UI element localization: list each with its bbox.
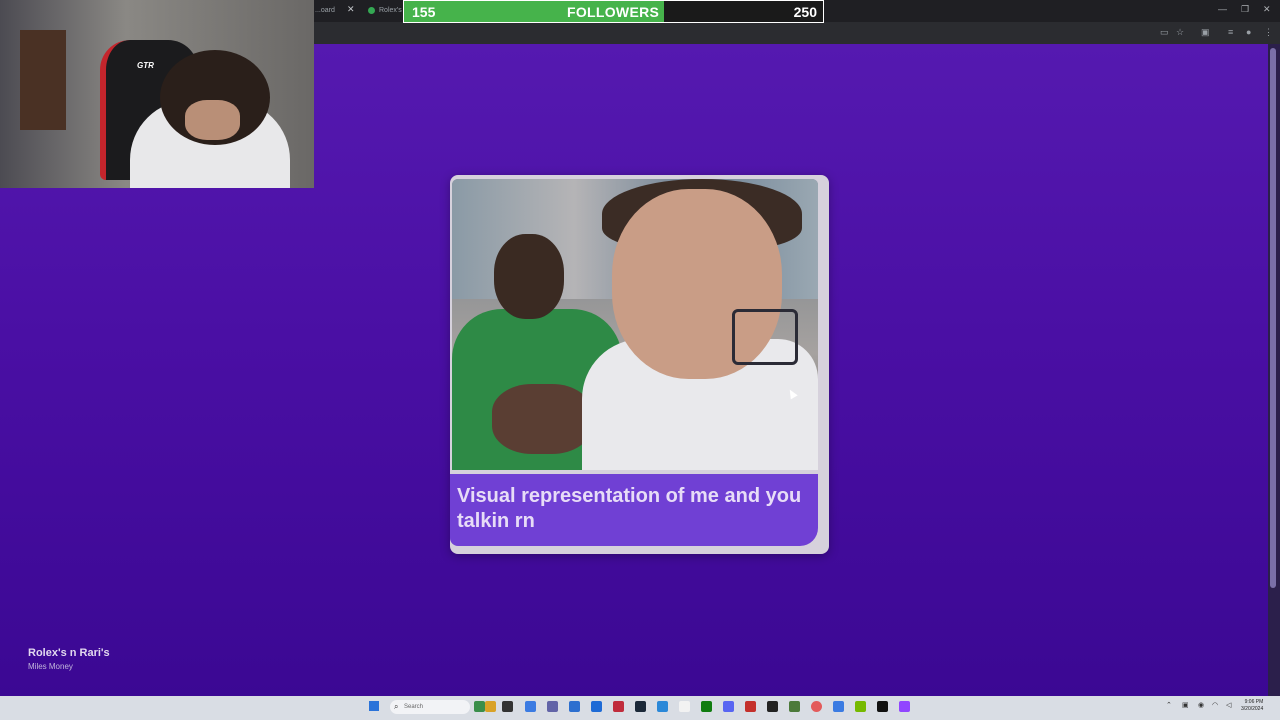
taskbar-app-icon[interactable]: [569, 701, 580, 712]
now-playing-title: Rolex's n Rari's: [28, 647, 110, 659]
volume-icon[interactable]: ◁: [1226, 701, 1231, 709]
taskbar-app-icon[interactable]: [613, 701, 624, 712]
tab-label: ...oard: [315, 7, 335, 14]
windows-start-icon[interactable]: [369, 701, 379, 711]
clock-date: 3/20/2024: [1241, 706, 1264, 712]
spotify-icon: [368, 6, 375, 14]
nvidia-icon[interactable]: [855, 701, 866, 712]
bookmark-star-icon[interactable]: ☆: [1176, 27, 1184, 38]
chrome-icon[interactable]: [525, 701, 536, 712]
search-icon: ⌕: [394, 702, 399, 711]
photo-neck-tattoo: [732, 309, 798, 365]
taskbar-app-icon[interactable]: [502, 701, 513, 712]
now-playing-artist: Miles Money: [28, 662, 73, 671]
edge-icon[interactable]: [657, 701, 668, 712]
taskbar-search-input[interactable]: Search: [390, 700, 470, 714]
xbox-icon[interactable]: [701, 701, 712, 712]
scrollbar-thumb[interactable]: [1270, 48, 1276, 588]
meme-caption: Visual representation of me and you talk…: [457, 485, 802, 532]
taskbar-app-icon[interactable]: [474, 701, 485, 712]
menu-icon[interactable]: ⋮: [1264, 27, 1273, 38]
wifi-icon[interactable]: ◠: [1212, 701, 1218, 709]
tray-overflow-icon[interactable]: ⌃: [1166, 701, 1172, 709]
taskbar-app-icon[interactable]: [679, 701, 690, 712]
extensions-icon[interactable]: ▣: [1201, 27, 1210, 38]
file-explorer-icon[interactable]: [485, 701, 496, 712]
profile-icon[interactable]: ●: [1246, 27, 1251, 37]
minimize-icon[interactable]: —: [1218, 4, 1227, 14]
taskbar-clock[interactable]: 9:06 PM 3/20/2024: [1241, 699, 1263, 713]
steam-icon[interactable]: [635, 701, 646, 712]
close-window-icon[interactable]: ✕: [1263, 4, 1271, 15]
twitch-icon[interactable]: [899, 701, 910, 712]
follower-target-count: 250: [793, 4, 817, 20]
tab-search-icon[interactable]: ≡: [1228, 27, 1233, 37]
meme-photo: [452, 179, 818, 470]
webcam-streamer-face: [185, 100, 240, 140]
teams-icon[interactable]: [547, 701, 558, 712]
photo-hand: [492, 384, 592, 454]
tray-app-icon[interactable]: ▣: [1182, 701, 1189, 709]
chrome-icon[interactable]: [833, 701, 844, 712]
webcam-dresser: [20, 30, 66, 130]
restore-icon[interactable]: ❐: [1241, 4, 1249, 15]
taskbar-app-icon[interactable]: [745, 701, 756, 712]
taskbar-app-icon[interactable]: [811, 701, 822, 712]
chair-brand-label: GTR: [137, 61, 154, 70]
follower-current-count: 155: [412, 4, 436, 20]
obs-icon[interactable]: [767, 701, 778, 712]
taskbar-app-icon[interactable]: [877, 701, 888, 712]
discord-icon[interactable]: [723, 701, 734, 712]
clock-time: 9:06 PM: [1244, 699, 1264, 705]
webcam-overlay: GTR: [0, 0, 314, 188]
cast-icon[interactable]: ▭: [1160, 27, 1169, 38]
taskbar-app-icon[interactable]: [591, 701, 602, 712]
follower-goal-label: FOLLOWERS: [567, 4, 660, 20]
photo-man-green-head: [494, 234, 564, 319]
close-tab-icon[interactable]: ✕: [347, 4, 355, 15]
taskbar-app-icon[interactable]: [789, 701, 800, 712]
tray-app-icon[interactable]: ◉: [1198, 701, 1204, 709]
follower-goal-bar: 155 FOLLOWERS 250: [403, 0, 824, 23]
tab-dashboard[interactable]: ...oard: [315, 3, 335, 19]
